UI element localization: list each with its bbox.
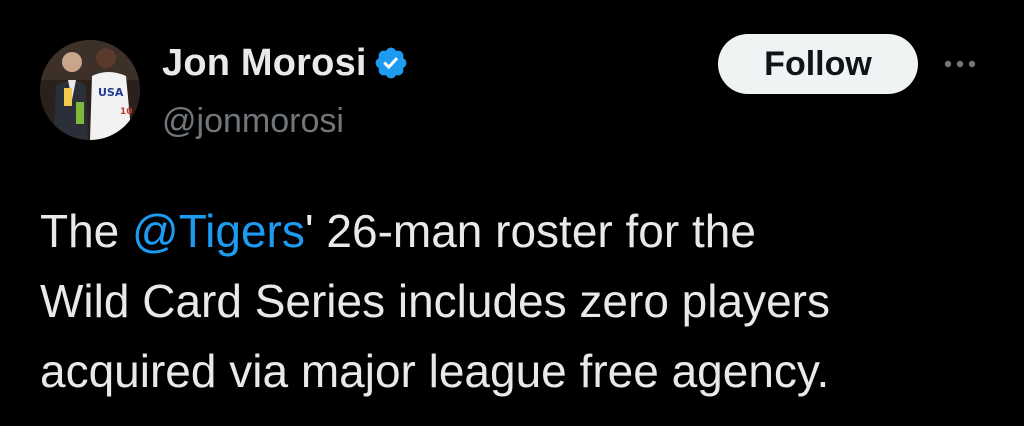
tweet-line-3: acquired via major league free agency. <box>40 345 830 397</box>
author-avatar[interactable]: USA 10 <box>40 40 140 140</box>
tweet-text: The @Tigers' 26-man roster for the Wild … <box>40 196 1000 406</box>
author-handle[interactable]: @jonmorosi <box>162 102 344 141</box>
author-name-row[interactable]: Jon Morosi <box>162 38 409 88</box>
avatar-jersey-number: 10 <box>120 107 133 117</box>
tweet-line-2: Wild Card Series includes zero players <box>40 275 830 327</box>
mention-link-tigers[interactable]: @Tigers <box>132 205 305 257</box>
avatar-photo: USA 10 <box>40 40 140 140</box>
follow-button[interactable]: Follow <box>718 34 918 94</box>
more-options-icon[interactable] <box>940 46 980 82</box>
verified-badge-icon <box>373 45 409 81</box>
tweet-line-1-start: The <box>40 205 133 257</box>
tweet-line-1: The @Tigers' 26-man roster for the <box>40 196 1000 266</box>
avatar-jersey-text: USA <box>98 86 124 99</box>
author-display-name[interactable]: Jon Morosi <box>162 42 367 85</box>
tweet-line-1-end: ' 26-man roster for the <box>304 205 756 257</box>
